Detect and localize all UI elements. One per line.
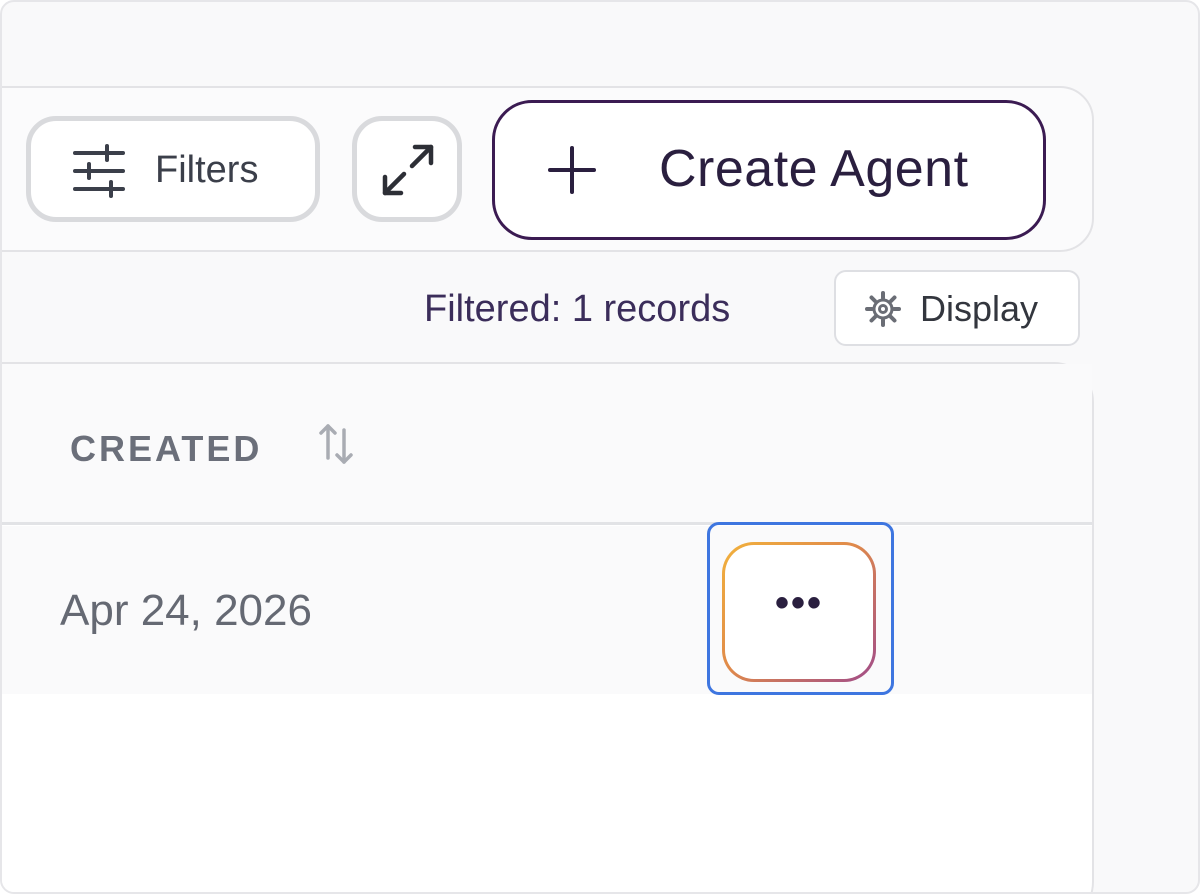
expand-icon <box>382 144 434 196</box>
filters-label: Filters <box>155 149 259 191</box>
create-agent-label: Create Agent <box>659 140 969 198</box>
window-frame: Filters Create Agent Filtered: 1 records <box>0 0 1200 894</box>
display-button[interactable]: Display <box>834 270 1080 346</box>
display-label: Display <box>920 288 1039 329</box>
gear-icon <box>865 291 901 327</box>
sort-arrows-icon[interactable] <box>316 422 356 466</box>
create-agent-button[interactable]: Create Agent <box>492 100 1046 240</box>
filters-button[interactable]: Filters <box>26 116 320 222</box>
row-actions-button[interactable]: ••• <box>722 542 876 682</box>
sliders-icon <box>73 144 125 198</box>
filtered-count-text: Filtered: 1 records <box>424 288 731 330</box>
plus-icon <box>548 146 596 194</box>
expand-button[interactable] <box>352 116 462 222</box>
header-divider <box>2 522 1092 525</box>
column-header-created[interactable]: CREATED <box>70 428 262 470</box>
more-icon: ••• <box>774 581 823 625</box>
created-date-cell: Apr 24, 2026 <box>60 586 312 635</box>
